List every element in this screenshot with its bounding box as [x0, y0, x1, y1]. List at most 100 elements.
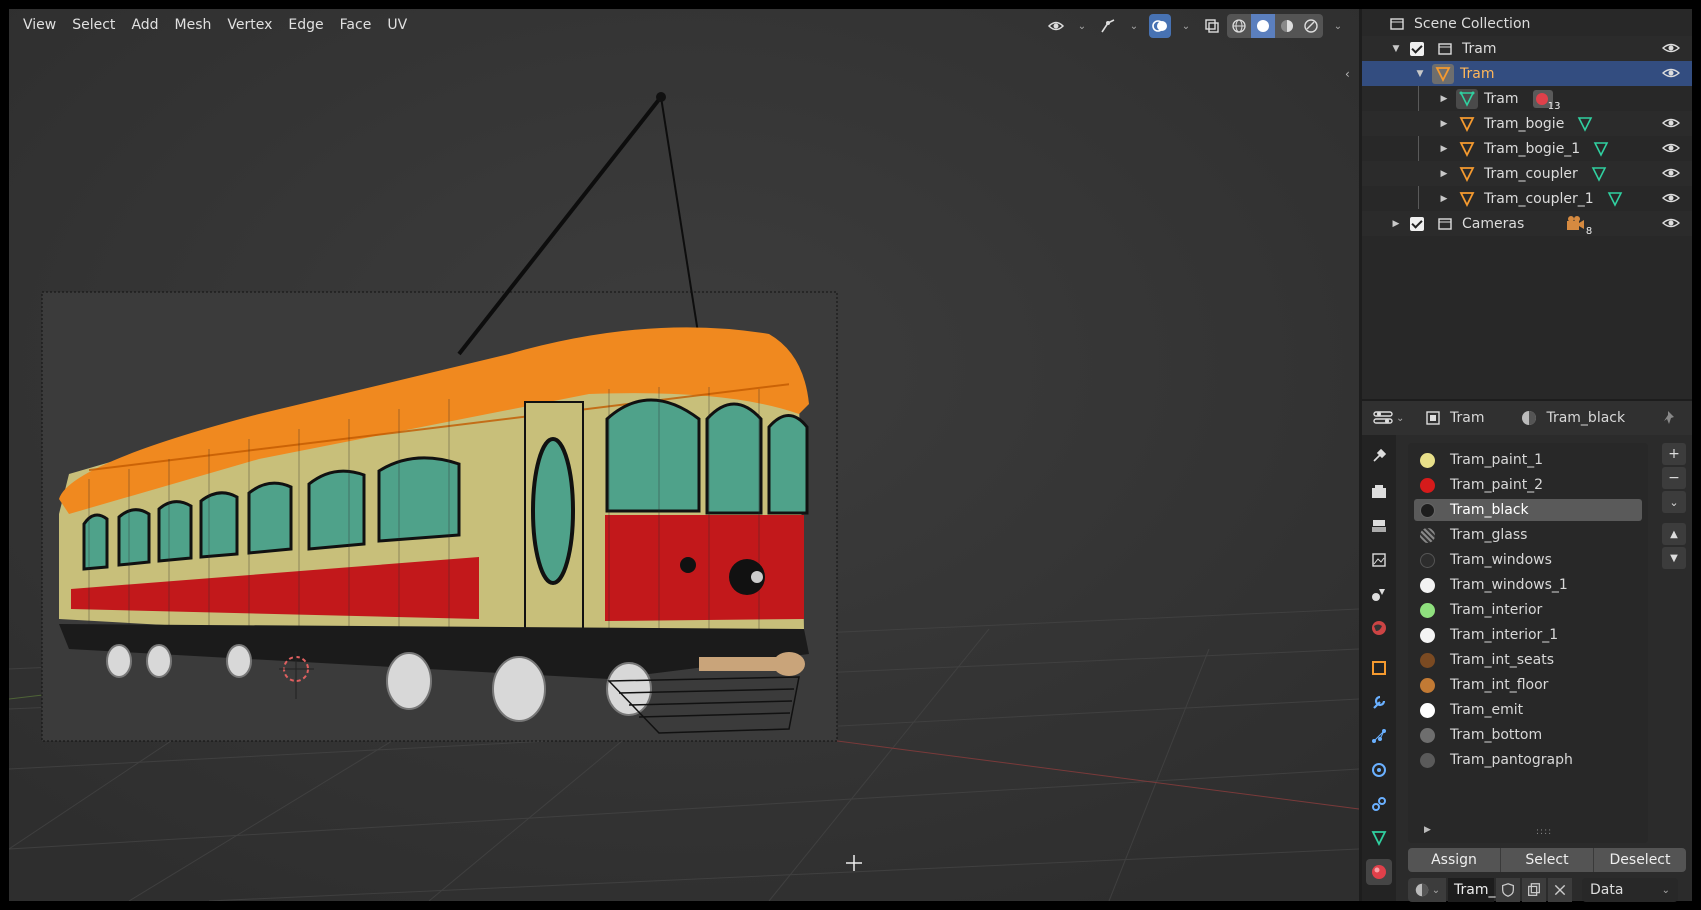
tab-object[interactable] [1366, 655, 1392, 681]
mesh-data-icon[interactable] [1576, 115, 1594, 133]
menu-vertex[interactable]: Vertex [219, 13, 280, 37]
outliner-row-object-tram[interactable]: ▼ Tram [1362, 61, 1692, 86]
menu-uv[interactable]: UV [379, 13, 415, 37]
expand-arrow-icon[interactable]: ▶ [1438, 194, 1450, 204]
expand-arrow-icon[interactable]: ▶ [1390, 219, 1402, 229]
eye-icon[interactable] [1662, 65, 1680, 81]
outliner-row-tram-coupler[interactable]: ▶ Tram_coupler [1362, 161, 1692, 186]
menu-view[interactable]: View [15, 13, 64, 37]
list-item[interactable]: Tram_pantograph [1414, 749, 1642, 771]
overlays-icon[interactable] [1149, 14, 1171, 38]
material-preview-icon[interactable] [1275, 14, 1299, 38]
tab-render[interactable] [1366, 479, 1392, 505]
remove-slot-button[interactable]: − [1662, 467, 1686, 489]
menu-add[interactable]: Add [123, 13, 166, 37]
list-item[interactable]: Tram_int_seats [1414, 649, 1642, 671]
eye-icon[interactable] [1662, 215, 1680, 231]
menu-mesh[interactable]: Mesh [167, 13, 220, 37]
gizmo-icon[interactable] [1097, 14, 1119, 38]
tab-modifiers[interactable] [1366, 689, 1392, 715]
list-item[interactable]: Tram_interior [1414, 599, 1642, 621]
material-slot-list[interactable]: Tram_paint_1 Tram_paint_2 Tram_black Tra… [1408, 443, 1648, 843]
outliner-row-collection-tram[interactable]: ▼ Tram [1362, 36, 1692, 61]
duplicate-material-button[interactable] [1522, 878, 1546, 902]
render-icon [1372, 485, 1386, 498]
list-item[interactable]: Tram_paint_2 [1414, 474, 1642, 496]
deselect-button[interactable]: Deselect [1594, 848, 1686, 872]
rendered-shading-icon[interactable] [1299, 14, 1323, 38]
list-item[interactable]: Tram_int_floor [1414, 674, 1642, 696]
visibility-selectability-icon[interactable] [1045, 14, 1067, 38]
add-slot-button[interactable]: + [1662, 443, 1686, 465]
tab-tool[interactable] [1366, 443, 1392, 469]
mesh-data-icon[interactable] [1590, 165, 1608, 183]
browse-material-button[interactable]: ⌄ [1408, 878, 1446, 902]
expand-arrow-icon[interactable]: ▶ [1438, 169, 1450, 179]
menu-edge[interactable]: Edge [280, 13, 331, 37]
tab-physics[interactable] [1366, 757, 1392, 783]
unlink-material-button[interactable] [1548, 878, 1572, 902]
exclude-checkbox[interactable] [1410, 216, 1424, 231]
outliner-row-scene-collection[interactable]: Scene Collection [1362, 11, 1692, 36]
xray-toggle-icon[interactable] [1201, 14, 1223, 38]
eye-icon[interactable] [1662, 40, 1680, 56]
tab-data[interactable] [1366, 825, 1392, 851]
pin-icon[interactable] [1662, 409, 1680, 427]
outliner-row-tram-bogie[interactable]: ▶ Tram_bogie [1362, 111, 1692, 136]
move-slot-up-button[interactable]: ▲ [1662, 523, 1686, 545]
shading-dropdown[interactable]: ⌄ [1327, 14, 1349, 38]
list-item[interactable]: Tram_bottom [1414, 724, 1642, 746]
fake-user-button[interactable] [1496, 878, 1520, 902]
expand-arrow-icon[interactable]: ▼ [1414, 69, 1426, 79]
tab-material[interactable] [1366, 859, 1392, 885]
tab-particles[interactable] [1366, 723, 1392, 749]
tab-scene[interactable] [1366, 581, 1392, 607]
material-name-field[interactable]: Tram_ [1448, 878, 1495, 902]
menu-select[interactable]: Select [64, 13, 123, 37]
eye-icon[interactable] [1662, 140, 1680, 156]
sidebar-toggle-icon[interactable]: ‹ [1345, 67, 1357, 83]
tab-view-layer[interactable] [1366, 547, 1392, 573]
outliner-row-collection-cameras[interactable]: ▶ Cameras 8 [1362, 211, 1692, 237]
eye-icon[interactable] [1662, 115, 1680, 131]
editor-type-dropdown[interactable]: ⌄ [1372, 409, 1410, 427]
move-slot-down-button[interactable]: ▼ [1662, 547, 1686, 569]
link-mode-dropdown[interactable]: Data ⌄ [1582, 878, 1678, 902]
solid-shading-icon[interactable] [1251, 14, 1275, 38]
list-filter-toggle-icon[interactable]: ▶ [1424, 825, 1431, 835]
outliner-row-mesh-data-tram[interactable]: ▶ Tram 13 [1362, 86, 1692, 112]
wireframe-shading-icon[interactable] [1227, 14, 1251, 38]
slot-specials-button[interactable]: ⌄ [1662, 491, 1686, 513]
mesh-data-icon[interactable] [1592, 140, 1610, 158]
tab-constraints[interactable] [1366, 791, 1392, 817]
list-item[interactable]: Tram_windows_1 [1414, 574, 1642, 596]
select-button[interactable]: Select [1501, 848, 1594, 872]
tab-output[interactable] [1366, 513, 1392, 539]
outliner-row-tram-coupler-1[interactable]: ▶ Tram_coupler_1 [1362, 186, 1692, 211]
mesh-data-icon[interactable] [1606, 190, 1624, 208]
assign-button[interactable]: Assign [1408, 848, 1501, 872]
3d-viewport[interactable]: View Select Add Mesh Vertex Edge Face UV… [9, 9, 1359, 901]
eye-icon[interactable] [1662, 190, 1680, 206]
expand-arrow-icon[interactable]: ▶ [1438, 94, 1450, 104]
exclude-checkbox[interactable] [1410, 41, 1424, 56]
camera-icon[interactable]: 8 [1564, 214, 1592, 237]
expand-arrow-icon[interactable]: ▼ [1390, 44, 1402, 54]
list-item[interactable]: Tram_emit [1414, 699, 1642, 721]
outliner-row-tram-bogie-1[interactable]: ▶ Tram_bogie_1 [1362, 136, 1692, 161]
eye-icon[interactable] [1662, 165, 1680, 181]
menu-face[interactable]: Face [332, 13, 380, 37]
visibility-dropdown[interactable]: ⌄ [1071, 14, 1093, 38]
list-item[interactable]: Tram_interior_1 [1414, 624, 1642, 646]
expand-arrow-icon[interactable]: ▶ [1438, 144, 1450, 154]
list-item[interactable]: Tram_paint_1 [1414, 449, 1642, 471]
expand-arrow-icon[interactable]: ▶ [1438, 119, 1450, 129]
list-resize-grip[interactable]: :::: [1536, 827, 1552, 837]
overlays-dropdown[interactable]: ⌄ [1175, 14, 1197, 38]
list-item[interactable]: Tram_windows [1414, 549, 1642, 571]
list-item[interactable]: Tram_glass [1414, 524, 1642, 546]
gizmo-dropdown[interactable]: ⌄ [1123, 14, 1145, 38]
list-item[interactable]: Tram_black [1414, 499, 1642, 521]
material-icon[interactable]: 13 [1532, 89, 1560, 112]
tab-world[interactable] [1366, 615, 1392, 641]
